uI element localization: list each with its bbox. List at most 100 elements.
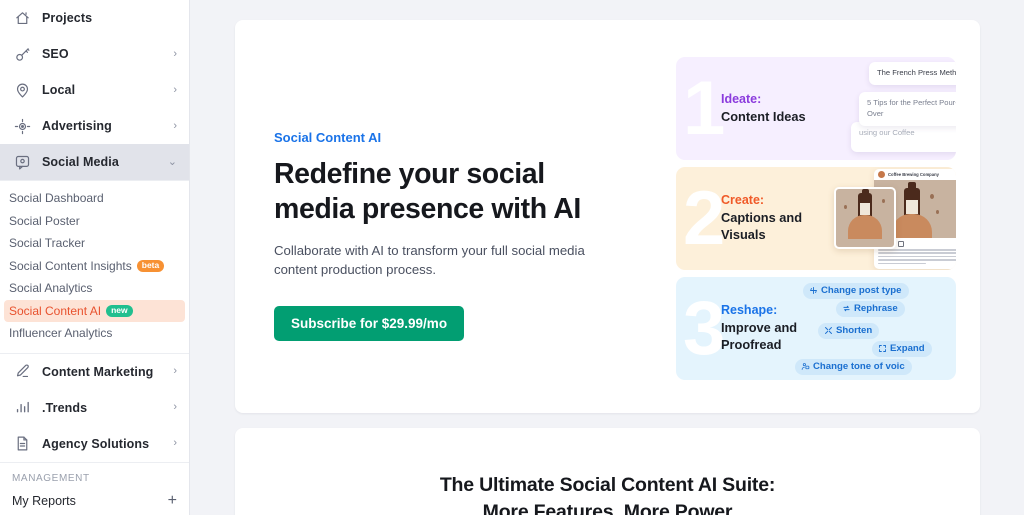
map-pin-icon (12, 80, 32, 100)
bar-chart-icon (12, 398, 32, 418)
chevron-down-icon: ⌄ (167, 155, 177, 168)
idea-notes-mockup: using our Coffee 5 Tips for the Perfect … (831, 62, 956, 160)
sidebar-subitem-label: Social Tracker (9, 236, 86, 251)
hero-eyebrow: Social Content AI (274, 130, 382, 145)
chip-label: Shorten (836, 325, 873, 336)
feature-cards-list: 1 Ideate: Content Ideas using our Coffee… (676, 57, 956, 387)
sidebar-subitem-label: Social Content Insights (9, 258, 132, 273)
chip-label: Change tone of voic (813, 361, 905, 372)
idea-note: using our Coffee (851, 122, 956, 152)
chevron-right-icon: › (173, 365, 177, 377)
sidebar-item-trends[interactable]: .Trends › (0, 390, 189, 426)
app-root: Projects SEO › Local › Advertising › Soc… (0, 0, 1024, 515)
sidebar-group-primary: Projects SEO › Local › Advertising › Soc… (0, 0, 189, 181)
chip-label: Expand (890, 343, 925, 354)
plus-icon[interactable]: + (168, 492, 177, 509)
feature-card-reshape: 3 Reshape: Improve and Proofread Change … (676, 277, 956, 380)
sidebar-item-advertising[interactable]: Advertising › (0, 108, 189, 144)
sidebar-item-local[interactable]: Local › (0, 72, 189, 108)
suite-title: The Ultimate Social Content AI Suite: Mo… (235, 472, 980, 515)
sidebar-subitem-social-content-insights[interactable]: Social Content Insights beta (0, 255, 189, 278)
sidebar-item-agency-solutions[interactable]: Agency Solutions › (0, 426, 189, 462)
sidebar-subitem-social-analytics[interactable]: Social Analytics (0, 277, 189, 300)
sidebar-item-label: Local (42, 83, 76, 97)
home-icon (12, 8, 32, 28)
sidebar-item-label: Projects (42, 11, 93, 25)
sidebar-subitem-label: Social Analytics (9, 281, 93, 296)
feature-card-desc: Content Ideas (721, 108, 806, 124)
sidebar-item-label: Advertising (42, 119, 112, 133)
beta-badge: beta (136, 259, 165, 272)
suite-title-line-2: More Features, More Power (482, 500, 733, 515)
suite-title-line-1: The Ultimate Social Content AI Suite: (439, 474, 776, 496)
chip-expand[interactable]: Expand (872, 341, 932, 357)
feature-card-number: 2 (683, 175, 725, 261)
feature-card-ideate: 1 Ideate: Content Ideas using our Coffee… (676, 57, 956, 160)
target-icon (12, 116, 32, 136)
instagram-post-mockup: Coffee Brewing Company (834, 169, 956, 269)
chip-change-tone-of-voice[interactable]: Change tone of voic (795, 359, 912, 375)
chevron-right-icon: › (173, 119, 177, 132)
sidebar-subitem-social-content-ai[interactable]: Social Content AI new (4, 299, 185, 322)
main-content: Social Content AI Redefine your social m… (190, 0, 1024, 515)
post-thumbnail (834, 187, 896, 249)
shorten-icon (825, 327, 832, 334)
sidebar-item-content-marketing[interactable]: Content Marketing › (0, 354, 189, 390)
sidebar-subitem-label: Influencer Analytics (9, 326, 113, 341)
chevron-right-icon: › (173, 47, 177, 60)
sidebar-subitem-label: Social Poster (9, 213, 80, 228)
page-title: Redefine your social media presence with… (274, 157, 629, 227)
management-heading: MANAGEMENT (12, 472, 90, 484)
sidebar-item-label: .Trends (42, 400, 88, 415)
feature-card-step: Create: (721, 193, 765, 208)
suite-panel: The Ultimate Social Content AI Suite: Mo… (235, 428, 980, 515)
key-icon (12, 44, 32, 64)
sidebar: Projects SEO › Local › Advertising › Soc… (0, 0, 190, 515)
sidebar-subgroup-social-media: Social Dashboard Social Poster Social Tr… (0, 181, 189, 354)
rephrase-icon (843, 305, 850, 312)
feature-card-text: Ideate: Content Ideas (721, 92, 806, 126)
sidebar-item-label: SEO (42, 47, 69, 61)
sidebar-item-label: Social Media (42, 155, 119, 169)
feature-card-desc-line-1: Captions and (721, 210, 803, 226)
sidebar-subitem-social-poster[interactable]: Social Poster (0, 210, 189, 233)
chip-change-post-type[interactable]: Change post type (803, 283, 909, 299)
chevron-right-icon: › (173, 83, 177, 96)
sidebar-item-social-media[interactable]: Social Media ⌄ (0, 144, 189, 180)
expand-icon (879, 345, 886, 352)
hero-title-line-1: Redefine your social (274, 158, 545, 190)
sidebar-item-my-reports[interactable]: My Reports + (0, 488, 189, 514)
hero-text-block: Social Content AI Redefine your social m… (274, 20, 629, 413)
avatar (878, 171, 885, 178)
share-icon[interactable] (898, 241, 904, 247)
chip-shorten[interactable]: Shorten (818, 323, 880, 339)
feature-card-number: 3 (683, 285, 725, 371)
sidebar-subitem-social-tracker[interactable]: Social Tracker (0, 232, 189, 255)
idea-note: The French Press Method (869, 62, 956, 85)
sidebar-item-label: My Reports (12, 493, 76, 508)
feature-card-desc: Improve and Proofread (721, 320, 797, 354)
post-header: Coffee Brewing Company (874, 169, 956, 180)
chevron-right-icon: › (173, 437, 177, 449)
idea-note: 5 Tips for the Perfect Pour-Over (859, 92, 956, 126)
hero-subtitle: Collaborate with AI to transform your fu… (274, 242, 585, 278)
sidebar-management-section: MANAGEMENT My Reports + (0, 463, 189, 514)
sidebar-item-seo[interactable]: SEO › (0, 36, 189, 72)
subscribe-button[interactable]: Subscribe for $29.99/mo (274, 306, 465, 342)
feature-card-step: Ideate: (721, 91, 762, 106)
pencil-icon (12, 362, 32, 382)
feature-card-text: Create: Captions and Visuals (721, 193, 802, 244)
sidebar-subitem-influencer-analytics[interactable]: Influencer Analytics (0, 322, 189, 345)
sidebar-item-projects[interactable]: Projects (0, 0, 189, 36)
hero-panel: Social Content AI Redefine your social m… (235, 20, 980, 413)
post-account-name: Coffee Brewing Company (888, 172, 939, 177)
chip-label: Rephrase (854, 303, 898, 314)
feature-card-desc-line-2: Proofread (721, 337, 782, 352)
sidebar-item-label: Agency Solutions (42, 436, 150, 451)
sidebar-subitem-label: Social Dashboard (9, 191, 104, 206)
feature-card-desc-line-1: Improve and (721, 320, 798, 336)
sidebar-item-label: Content Marketing (42, 364, 154, 379)
chip-rephrase[interactable]: Rephrase (836, 301, 905, 317)
sidebar-subitem-social-dashboard[interactable]: Social Dashboard (0, 187, 189, 210)
feature-card-desc-line-2: Visuals (721, 227, 766, 242)
